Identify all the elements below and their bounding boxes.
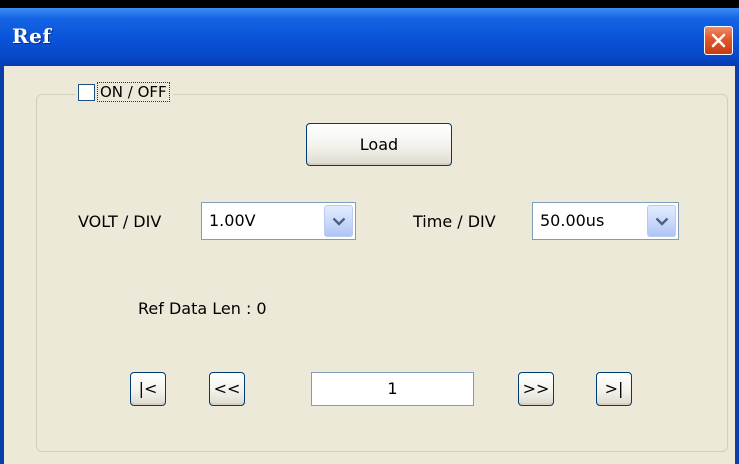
chevron-down-icon <box>655 217 669 226</box>
time-div-value: 50.00us <box>540 211 605 230</box>
time-div-select[interactable]: 50.00us <box>532 202 679 240</box>
volt-div-dropdown-button[interactable] <box>324 205 353 237</box>
checkbox-box[interactable] <box>78 83 95 101</box>
dialog-client-area: ON / OFF Load VOLT / DIV 1.00V Time / DI… <box>4 66 735 464</box>
ref-dialog-window: Ref ON / OFF Load VOLT / DIV 1.00V Time … <box>0 8 739 464</box>
time-div-label: Time / DIV <box>413 212 496 231</box>
next-page-button[interactable]: >> <box>518 372 554 406</box>
on-off-checkbox[interactable]: ON / OFF <box>75 79 173 105</box>
close-icon <box>711 33 726 48</box>
page-number-input[interactable]: 1 <box>311 372 474 406</box>
window-title: Ref <box>12 24 52 48</box>
on-off-label[interactable]: ON / OFF <box>97 82 170 102</box>
last-page-button[interactable]: >| <box>596 372 632 406</box>
time-div-dropdown-button[interactable] <box>647 205 676 237</box>
title-bar[interactable]: Ref <box>0 8 739 66</box>
volt-div-label: VOLT / DIV <box>78 212 162 231</box>
first-page-button[interactable]: |< <box>130 372 166 406</box>
close-button[interactable] <box>704 26 733 55</box>
chevron-down-icon <box>332 217 346 226</box>
volt-div-value: 1.00V <box>209 211 256 230</box>
prev-page-button[interactable]: << <box>209 372 245 406</box>
ref-data-len-text: Ref Data Len : 0 <box>138 299 267 318</box>
load-button[interactable]: Load <box>306 123 452 166</box>
volt-div-select[interactable]: 1.00V <box>201 202 356 240</box>
background-strip <box>0 0 739 8</box>
